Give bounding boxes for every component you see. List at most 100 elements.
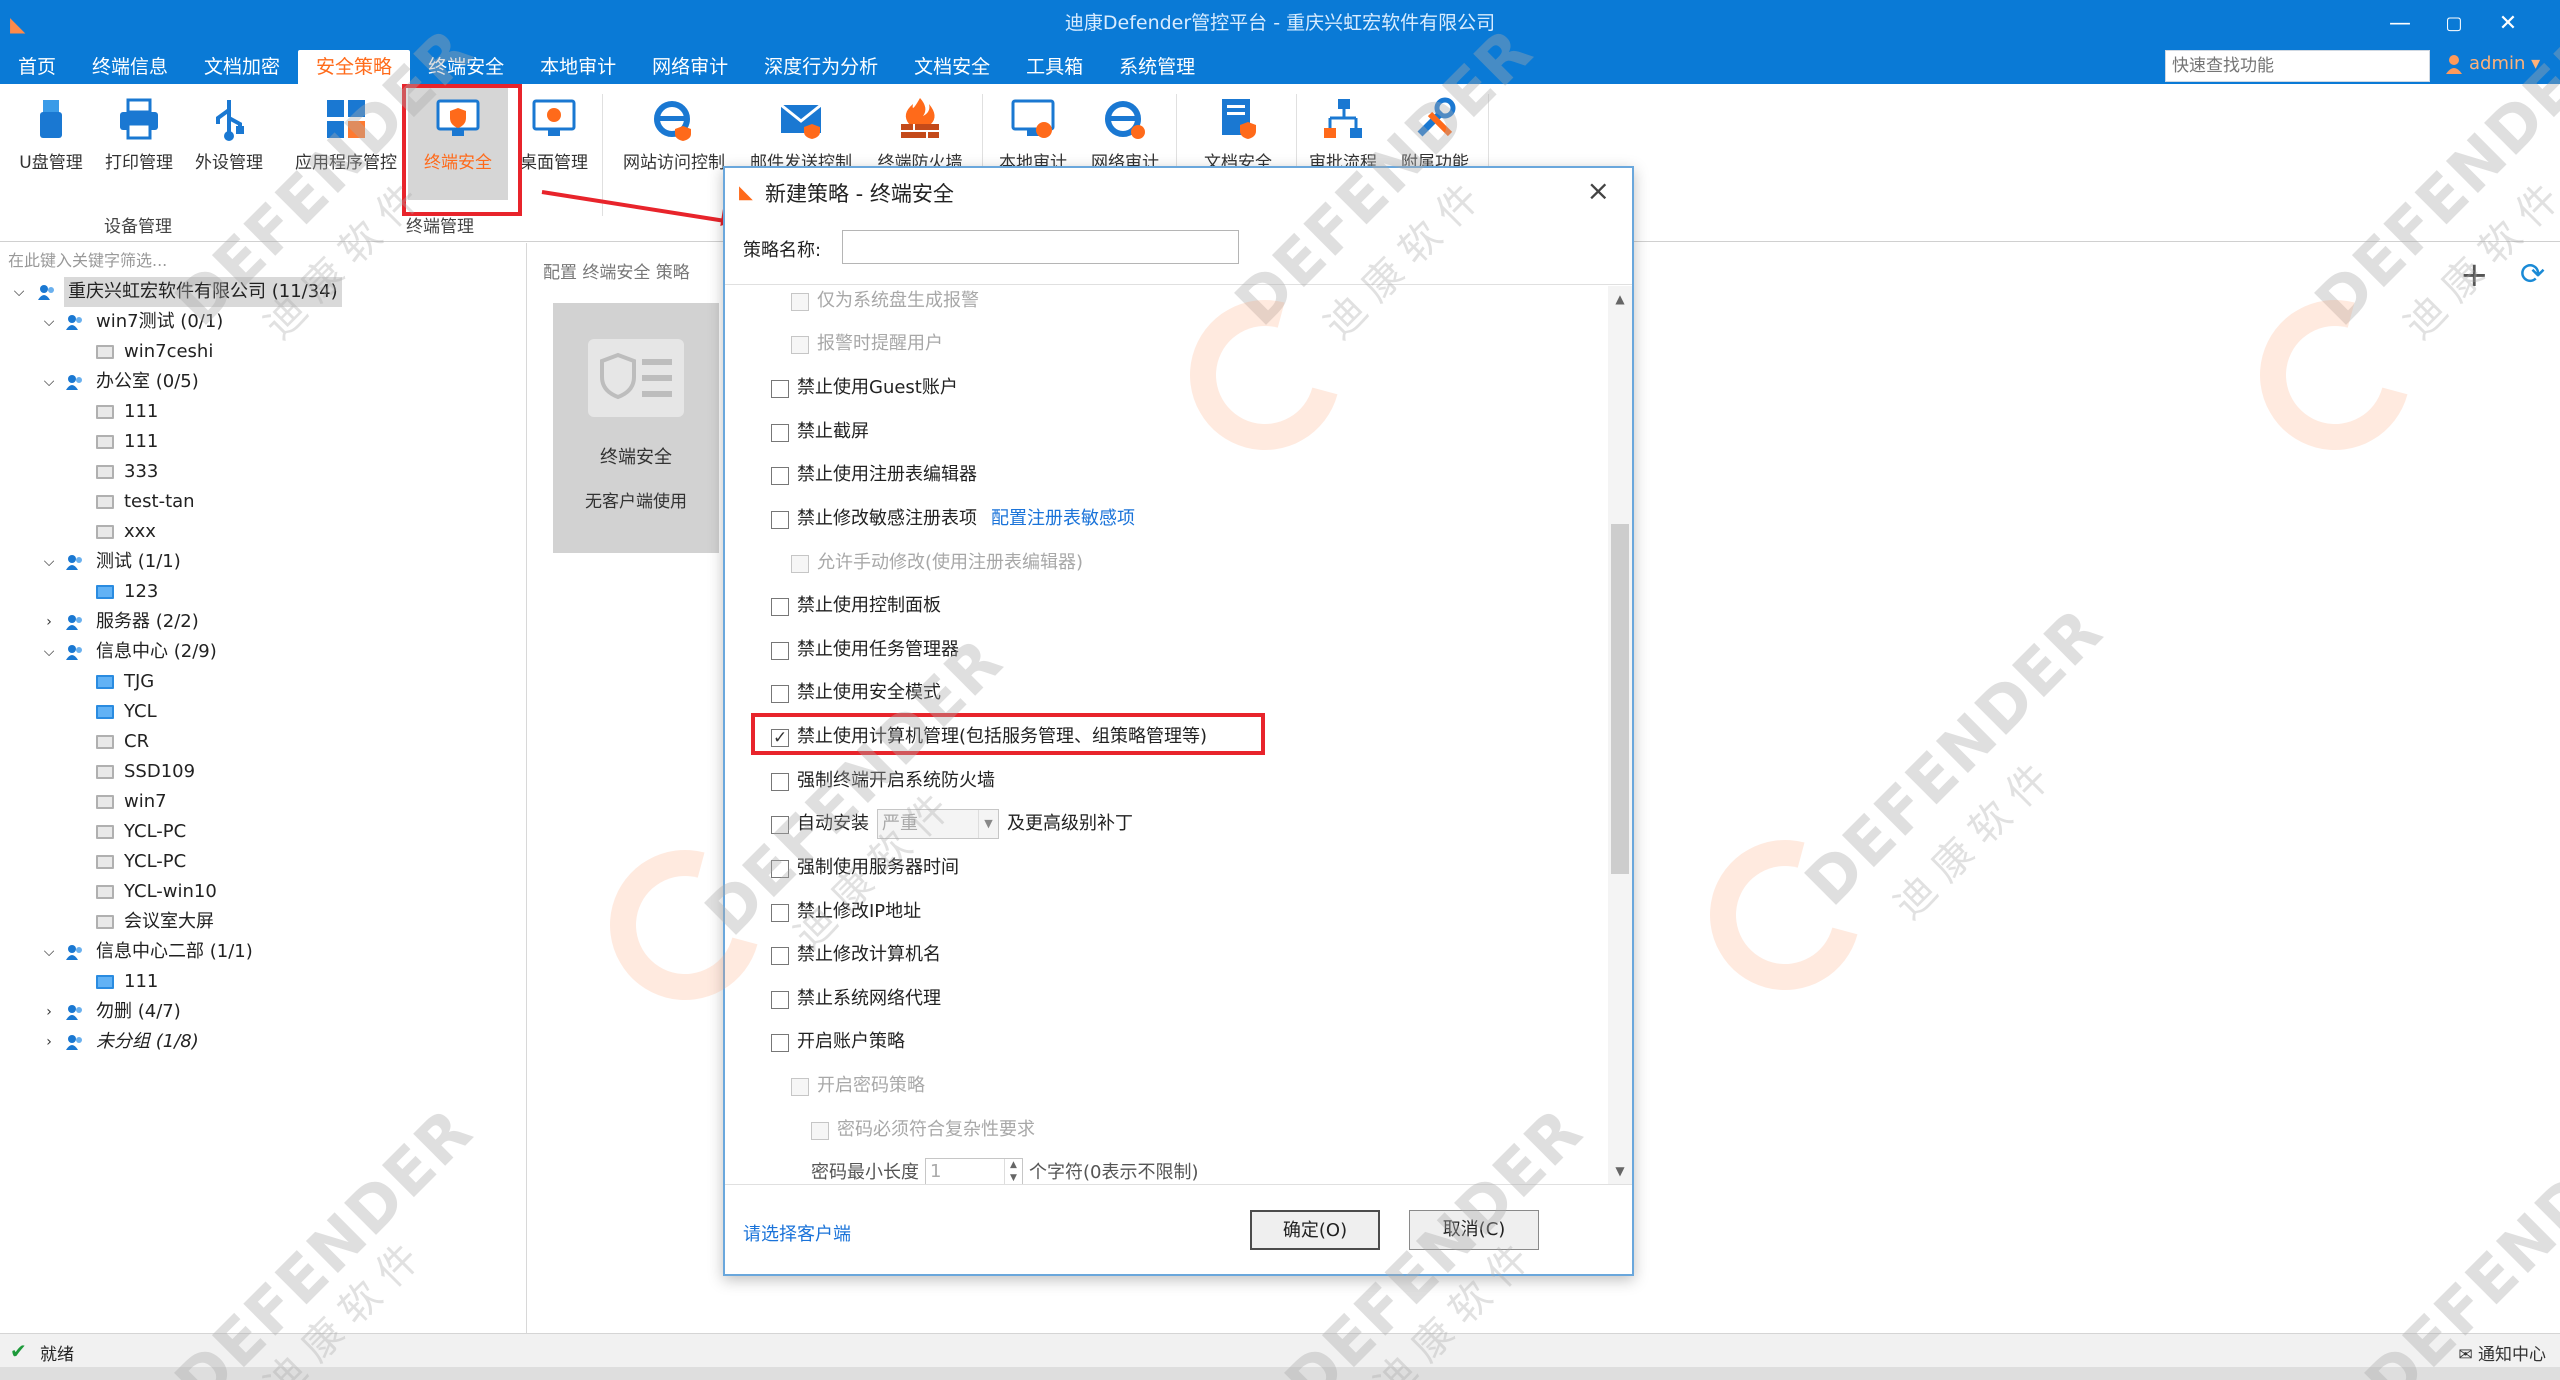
tree-node-computer[interactable]: YCL-win10 [0,877,526,907]
scroll-down-icon[interactable]: ▼ [1608,1164,1632,1178]
tree-node-computer[interactable]: SSD109 [0,757,526,787]
menu-system-manage[interactable]: 系统管理 [1101,50,1213,84]
dropdown-arrow-icon[interactable]: ▼ [978,810,998,838]
menu-home[interactable]: 首页 [0,50,74,84]
tree-filter-input[interactable]: 在此键入关键字筛选... [8,247,167,271]
tree-node-computer[interactable]: 333 [0,457,526,487]
tree-node-computer[interactable]: TJG [0,667,526,697]
notification-center[interactable]: ✉ 通知中心 [2458,1340,2546,1365]
tree-node-group[interactable]: ⌵ win7测试 (0/1) [0,307,526,337]
tree-node-computer[interactable]: CR [0,727,526,757]
scroll-thumb[interactable] [1611,524,1629,874]
config-registry-link[interactable]: 配置注册表敏感项 [991,508,1135,529]
patch-level-select[interactable]: 严重 ▼ [877,809,999,839]
chevron-down-icon[interactable]: ⌵ [40,937,58,967]
checkbox[interactable] [791,1078,809,1096]
minimize-button[interactable]: — [2374,6,2426,42]
checkbox[interactable] [771,642,789,660]
chevron-right-icon[interactable]: › [40,997,58,1027]
usb-manage-button[interactable]: U盘管理 [10,92,92,182]
spin-arrows-icon[interactable]: ▲ ▼ [1004,1159,1022,1184]
option-label: 禁止截屏 [797,421,869,442]
checkbox[interactable] [771,598,789,616]
refresh-icon[interactable]: ⟳ [2520,257,2545,292]
chevron-down-icon[interactable]: ⌵ [40,637,58,667]
tree-node-group[interactable]: ⌵ 信息中心二部 (1/1) [0,937,526,967]
checkbox[interactable] [771,1034,789,1052]
checkbox[interactable] [811,1122,829,1140]
tree-node-group[interactable]: › 未分组 (1/8) [0,1027,526,1057]
tree-node-computer[interactable]: win7 [0,787,526,817]
option-label: 禁止使用Guest账户 [797,377,958,398]
maximize-button[interactable]: ▢ [2428,6,2480,42]
checkbox[interactable] [771,816,789,834]
tree-node-computer[interactable]: 111 [0,397,526,427]
option-list-scrollbar[interactable]: ▲ ▼ [1608,286,1632,1184]
tree-node-computer[interactable]: win7ceshi [0,337,526,367]
dialog-close-icon[interactable]: × [1587,174,1610,207]
menu-terminal-info[interactable]: 终端信息 [74,50,186,84]
chevron-down-icon[interactable]: ⌵ [40,307,58,337]
menu-toolbox[interactable]: 工具箱 [1008,50,1101,84]
tree-node-computer[interactable]: YCL-PC [0,847,526,877]
policy-shield-icon [586,333,686,423]
menu-doc-security[interactable]: 文档安全 [896,50,1008,84]
policy-tile[interactable]: 终端安全 无客户端使用 [553,303,719,553]
chevron-down-icon[interactable]: ⌵ [10,277,28,307]
checkbox[interactable] [771,860,789,878]
checkbox[interactable] [791,293,809,311]
tree-node-computer[interactable]: YCL [0,697,526,727]
checkbox[interactable] [771,424,789,442]
menu-local-audit[interactable]: 本地审计 [522,50,634,84]
option-label: 禁止修改计算机名 [797,944,941,965]
menu-security-policy[interactable]: 安全策略 [298,50,411,84]
tree-node-computer[interactable]: YCL-PC [0,817,526,847]
tree-node-root[interactable]: ⌵ 重庆兴虹宏软件有限公司 (11/34) [0,277,526,307]
tree-node-computer[interactable]: xxx [0,517,526,547]
tree-node-computer[interactable]: 111 [0,967,526,997]
chevron-right-icon[interactable]: › [40,607,58,637]
tree-node-group[interactable]: › 服务器 (2/2) [0,607,526,637]
tree-node-group[interactable]: ⌵ 办公室 (0/5) [0,367,526,397]
menu-doc-encrypt[interactable]: 文档加密 [186,50,298,84]
user-menu[interactable]: admin ▾ [2445,53,2540,74]
checkbox[interactable] [791,336,809,354]
peripheral-manage-button[interactable]: 外设管理 [186,92,272,182]
ok-button[interactable]: 确定(O) [1250,1210,1380,1250]
checkbox[interactable] [771,773,789,791]
menu-terminal-security[interactable]: 终端安全 [410,50,522,84]
tree-node-computer[interactable]: 会议室大屏 [0,907,526,937]
checkbox[interactable] [771,685,789,703]
chevron-down-icon[interactable]: ⌵ [40,367,58,397]
chevron-down-icon[interactable]: ⌵ [40,547,58,577]
computer-offline-icon [96,765,114,779]
scroll-up-icon[interactable]: ▲ [1608,292,1632,306]
quick-search-input[interactable] [2165,50,2430,82]
tree-node-group[interactable]: › 勿删 (4/7) [0,997,526,1027]
checkbox[interactable] [771,511,789,529]
close-window-button[interactable]: ✕ [2482,6,2534,42]
checkbox[interactable] [771,947,789,965]
checkbox[interactable] [791,555,809,573]
tree-node-group[interactable]: ⌵ 信息中心 (2/9) [0,637,526,667]
app-control-button[interactable]: 应用程序管控 [290,92,402,182]
tree-node-computer[interactable]: 111 [0,427,526,457]
tree-node-group[interactable]: ⌵ 测试 (1/1) [0,547,526,577]
checkbox[interactable] [771,991,789,1009]
tree-node-computer[interactable]: test-tan [0,487,526,517]
min-length-stepper[interactable]: 1 ▲ ▼ [925,1158,1023,1184]
desktop-manage-button[interactable]: 桌面管理 [514,92,594,182]
checkbox[interactable] [771,467,789,485]
menu-behavior-analysis[interactable]: 深度行为分析 [746,50,896,84]
print-manage-button[interactable]: 打印管理 [96,92,182,182]
chevron-right-icon[interactable]: › [40,1027,58,1057]
checkbox[interactable] [771,904,789,922]
web-access-control-button[interactable]: 网站访问控制 [614,92,734,182]
add-icon[interactable]: + [2460,255,2489,295]
policy-name-input[interactable] [842,230,1239,264]
cancel-button[interactable]: 取消(C) [1409,1210,1539,1250]
menu-network-audit[interactable]: 网络审计 [634,50,746,84]
select-client-link[interactable]: 请选择客户端 [743,1220,851,1246]
checkbox[interactable] [771,380,789,398]
tree-node-computer[interactable]: 123 [0,577,526,607]
